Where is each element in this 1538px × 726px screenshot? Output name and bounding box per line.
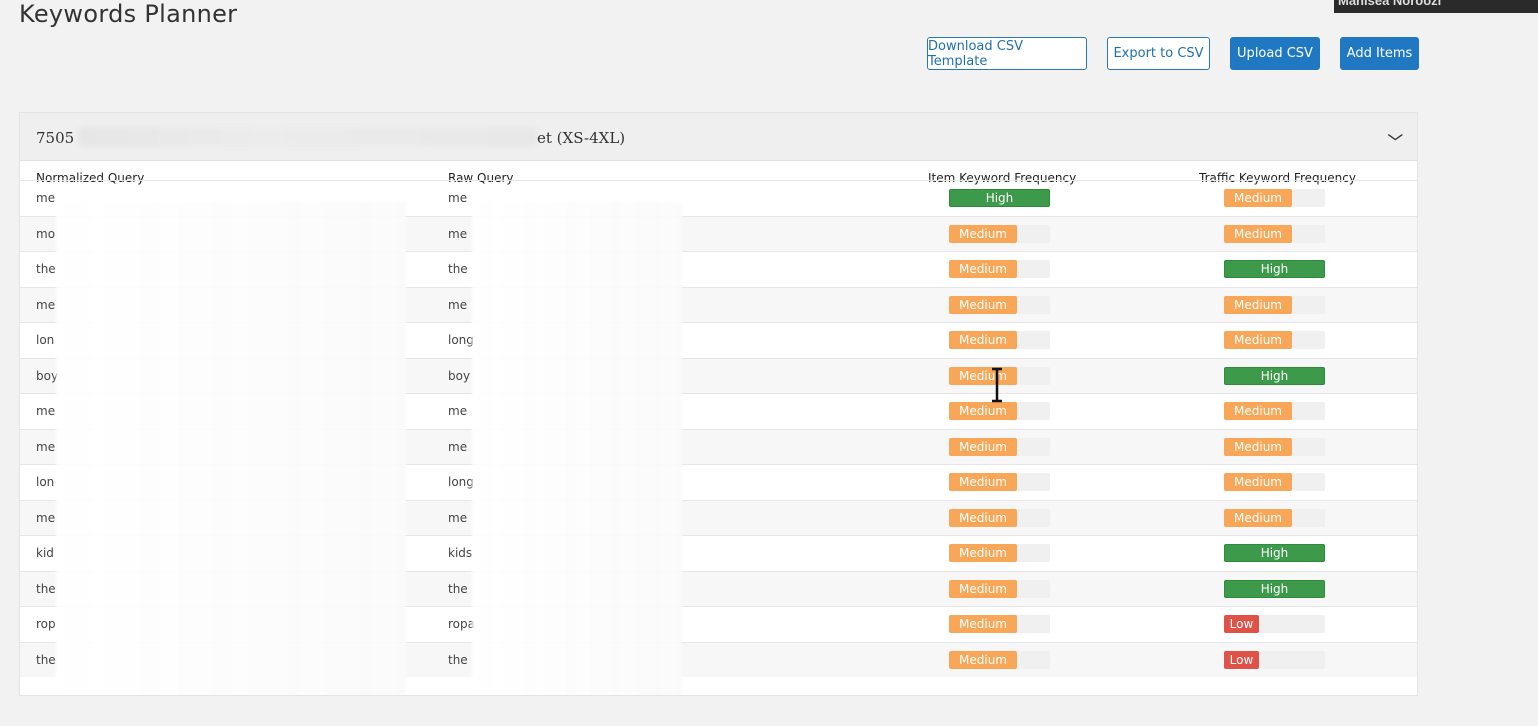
export-to-csv-button[interactable]: Export to CSV	[1107, 37, 1210, 70]
raw-query-cell: boy	[448, 368, 471, 383]
normalized-query-cell: me	[36, 404, 56, 418]
item-frequency-badge: Medium	[949, 615, 1017, 633]
traffic-frequency-badge: High	[1224, 260, 1325, 278]
raw-query-cell: the	[448, 652, 468, 667]
toolbar: Download CSV Template Export to CSV Uplo…	[0, 37, 1538, 70]
raw-query-cell: me	[448, 404, 468, 418]
traffic-frequency-badge: Medium	[1224, 189, 1292, 207]
item-frequency-badge: Medium	[949, 402, 1017, 420]
user-chip[interactable]: Manisea Noroozi	[1334, 0, 1538, 13]
traffic-frequency-badge: Medium	[1224, 473, 1292, 491]
normalized-query-cell: mo	[36, 226, 56, 241]
item-frequency-badge: Medium	[949, 473, 1017, 491]
traffic-frequency-badge: Medium	[1224, 508, 1292, 527]
traffic-frequency-badge: Medium	[1224, 402, 1292, 420]
item-frequency-badge: Medium	[949, 544, 1017, 562]
raw-query-cell: me	[448, 510, 468, 525]
item-frequency-badge: Medium	[949, 366, 1017, 385]
raw-query-cell: ropa	[448, 617, 475, 631]
item-frequency-badge: Medium	[949, 295, 1017, 314]
item-frequency-badge: Medium	[949, 437, 1017, 456]
normalized-query-cell: the	[36, 262, 56, 276]
raw-query-cell: the	[448, 581, 468, 596]
raw-query-cell: me	[448, 226, 468, 241]
traffic-frequency-badge: Medium	[1224, 437, 1292, 456]
normalized-query-cell: the	[36, 581, 56, 596]
redacted-raw-column	[472, 202, 682, 695]
item-frequency-badge: Medium	[949, 331, 1017, 349]
item-frequency-badge: Medium	[949, 650, 1017, 669]
normalized-query-cell: kid	[36, 546, 54, 560]
add-items-button[interactable]: Add Items	[1340, 37, 1419, 70]
normalized-query-cell: lon	[36, 333, 55, 347]
item-frequency-badge: Medium	[949, 508, 1017, 527]
panel-title-prefix: 7505	[36, 129, 75, 147]
chevron-down-icon[interactable]: ⌵	[1388, 127, 1403, 144]
redacted-normalized-column	[56, 202, 406, 695]
panel-header[interactable]: 7505 et (XS-4XL) ⌵	[20, 113, 1417, 161]
upload-csv-button[interactable]: Upload CSV	[1230, 37, 1320, 70]
traffic-frequency-badge: High	[1224, 366, 1325, 385]
item-frequency-badge: High	[949, 189, 1050, 207]
text-cursor-icon	[992, 367, 1002, 403]
raw-query-cell: kids	[448, 546, 473, 560]
raw-query-cell: long	[448, 475, 474, 489]
panel-title-redacted	[78, 127, 538, 147]
normalized-query-cell: me	[36, 510, 56, 525]
user-name: Manisea Noroozi	[1338, 0, 1442, 8]
raw-query-cell: the	[448, 262, 468, 276]
traffic-frequency-badge: Low	[1224, 615, 1259, 633]
download-csv-template-button[interactable]: Download CSV Template	[927, 37, 1087, 70]
panel-title-suffix: et (XS-4XL)	[537, 129, 626, 147]
normalized-query-cell: me	[36, 191, 56, 205]
raw-query-cell: me	[448, 191, 468, 205]
raw-query-cell: me	[448, 439, 468, 454]
page-title: Keywords Planner	[19, 0, 238, 28]
item-frequency-badge: Medium	[949, 579, 1017, 598]
traffic-frequency-badge: High	[1224, 544, 1325, 562]
traffic-frequency-badge: Medium	[1224, 295, 1292, 314]
traffic-frequency-badge: High	[1224, 579, 1325, 598]
normalized-query-cell: the	[36, 652, 56, 667]
item-frequency-badge: Medium	[949, 224, 1017, 243]
traffic-frequency-badge: Low	[1224, 650, 1259, 669]
normalized-query-cell: rop	[36, 617, 56, 631]
normalized-query-cell: lon	[36, 475, 55, 489]
item-frequency-badge: Medium	[949, 260, 1017, 278]
normalized-query-cell: boy	[36, 368, 59, 383]
traffic-frequency-badge: Medium	[1224, 331, 1292, 349]
normalized-query-cell: me	[36, 297, 56, 312]
keyword-panel: 7505 et (XS-4XL) ⌵ Normalized Query Raw …	[19, 112, 1418, 696]
raw-query-cell: long	[448, 333, 474, 347]
normalized-query-cell: me	[36, 439, 56, 454]
traffic-frequency-badge: Medium	[1224, 224, 1292, 243]
raw-query-cell: me	[448, 297, 468, 312]
